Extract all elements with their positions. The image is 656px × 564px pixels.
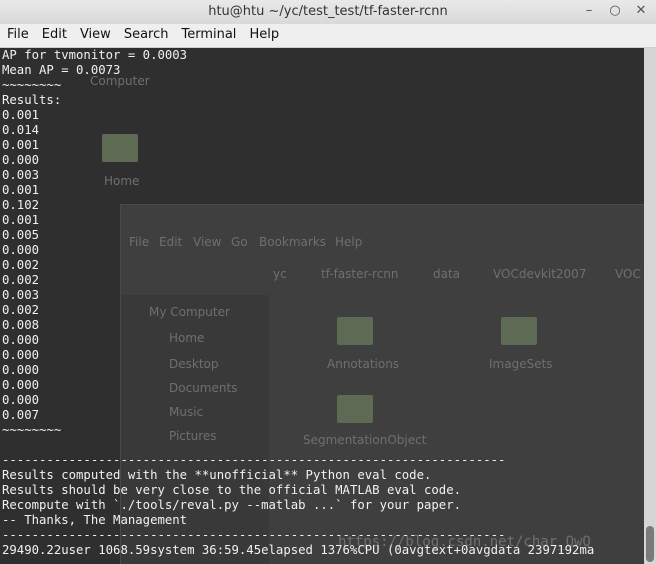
terminal-output: AP for tvmonitor = 0.0003 Mean AP = 0.007…: [2, 48, 642, 558]
title-bar[interactable]: htu@htu ~/yc/test_test/tf-faster-rcnn – …: [0, 0, 656, 25]
terminal-line: ~~~~~~~~: [2, 78, 62, 92]
maximize-button[interactable]: ○: [606, 2, 624, 20]
terminal-line: ~~~~~~~~: [2, 423, 62, 437]
terminal-scrollbar[interactable]: [644, 48, 656, 564]
scrollbar-thumb[interactable]: [646, 526, 654, 562]
terminal-line: 0.000: [2, 393, 40, 407]
terminal-line: 0.002: [2, 258, 40, 272]
terminal-line: 0.003: [2, 288, 40, 302]
terminal-line: 0.001: [2, 138, 40, 152]
menu-view[interactable]: View: [73, 24, 117, 47]
terminal-line: 0.000: [2, 153, 40, 167]
terminal-line: 0.001: [2, 183, 40, 197]
terminal-line: ----------------------------------------…: [2, 453, 506, 467]
terminal-line: Results should be very close to the offi…: [2, 483, 462, 497]
terminal-line: 0.002: [2, 273, 40, 287]
terminal-line: 0.001: [2, 213, 40, 227]
terminal-line: 0.000: [2, 378, 40, 392]
terminal-line: 0.014: [2, 123, 40, 137]
terminal-line: Results computed with the **unofficial**…: [2, 468, 432, 482]
terminal-line: -- Thanks, The Management: [2, 513, 188, 527]
terminal-line: 0.000: [2, 333, 40, 347]
menu-file[interactable]: File: [0, 24, 35, 47]
close-button[interactable]: ✕: [632, 2, 650, 20]
watermark: https://blog.csdn.net/char_QwQ: [338, 534, 591, 550]
menu-help[interactable]: Help: [242, 24, 285, 47]
menu-edit[interactable]: Edit: [35, 24, 73, 47]
terminal-line: 0.003: [2, 168, 40, 182]
menu-terminal[interactable]: Terminal: [174, 24, 242, 47]
terminal-line: 0.000: [2, 363, 40, 377]
terminal-line: Results:: [2, 93, 62, 107]
terminal-line: 0.001: [2, 108, 40, 122]
menu-bar: File Edit View Search Terminal Help: [0, 24, 656, 48]
terminal-line: AP for tvmonitor = 0.0003: [2, 48, 188, 62]
terminal-line: 0.007: [2, 408, 40, 422]
terminal-line: 0.008: [2, 318, 40, 332]
terminal-line: 0.000: [2, 348, 40, 362]
window-title: htu@htu ~/yc/test_test/tf-faster-rcnn: [208, 4, 448, 19]
terminal-line: Mean AP = 0.0073: [2, 63, 121, 77]
terminal-area[interactable]: Computer Home File Edit View Go Bookmark…: [0, 48, 644, 564]
terminal-line: Recompute with `./tools/reval.py --matla…: [2, 498, 462, 512]
terminal-line: 0.000: [2, 243, 40, 257]
terminal-line: 0.005: [2, 228, 40, 242]
terminal-line: 0.002: [2, 303, 40, 317]
minimize-button[interactable]: –: [580, 2, 598, 20]
menu-search[interactable]: Search: [117, 24, 175, 47]
terminal-line: 0.102: [2, 198, 40, 212]
